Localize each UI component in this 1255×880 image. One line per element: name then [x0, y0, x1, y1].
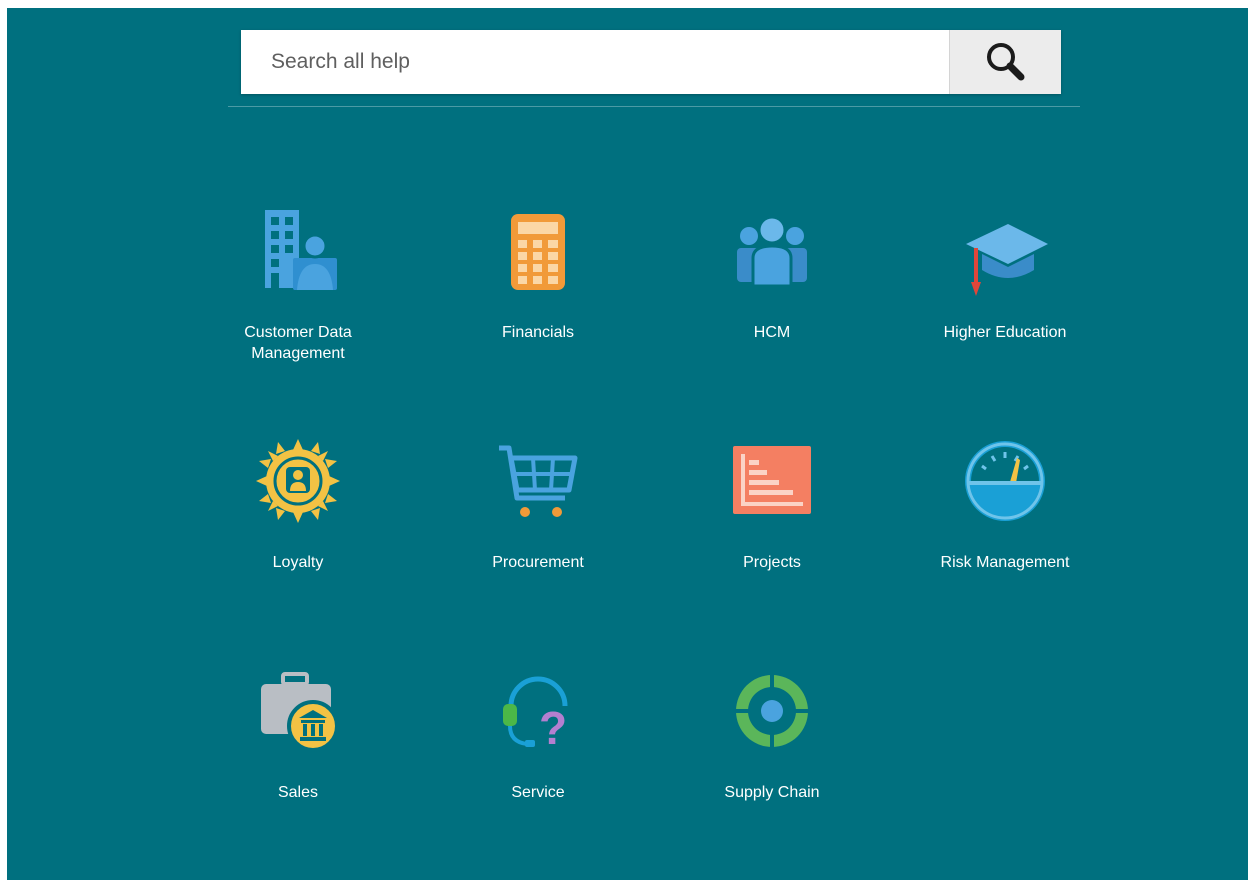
- tile-sales[interactable]: Sales: [193, 666, 403, 803]
- search-input[interactable]: [241, 30, 949, 94]
- tile-label: Financials: [501, 324, 575, 341]
- tile-label: Service: [511, 784, 565, 801]
- gauge-icon: [965, 441, 1045, 521]
- tile-supply-chain[interactable]: Supply Chain: [667, 666, 877, 803]
- shopping-cart-icon: [499, 445, 578, 517]
- cycle-arrows-icon: [733, 672, 811, 750]
- tile-label: Procurement: [492, 554, 584, 571]
- search-divider: [228, 106, 1080, 107]
- people-group-icon: [737, 215, 807, 288]
- tile-financials[interactable]: Financials: [433, 206, 643, 343]
- graduation-cap-icon: [966, 224, 1048, 296]
- calculator-icon: [511, 214, 565, 290]
- badge-person-icon: [256, 439, 340, 523]
- tile-label: Supply Chain: [724, 784, 820, 801]
- svg-text:?: ?: [539, 702, 567, 754]
- tile-label: Sales: [277, 784, 319, 801]
- tile-label: Higher Education: [943, 324, 1067, 341]
- tile-service[interactable]: ? Service: [433, 666, 643, 803]
- tile-risk-management[interactable]: Risk Management: [900, 436, 1110, 573]
- tile-projects[interactable]: Projects: [667, 436, 877, 573]
- gantt-chart-icon: [733, 446, 811, 514]
- help-center-panel: Customer Data Management Financials HCM: [7, 8, 1248, 880]
- tile-label: HCM: [753, 324, 791, 341]
- tile-label: Projects: [743, 554, 801, 571]
- search-bar: [241, 30, 1061, 94]
- building-person-icon: [265, 210, 337, 290]
- search-icon: [986, 43, 1024, 81]
- tile-customer-data-management[interactable]: Customer Data Management: [193, 206, 403, 364]
- headset-question-icon: ?: [503, 676, 568, 754]
- tile-label: Customer Data Management: [244, 324, 352, 362]
- briefcase-bank-icon: [261, 672, 339, 752]
- tile-procurement[interactable]: Procurement: [433, 436, 643, 573]
- tile-label: Risk Management: [940, 554, 1070, 571]
- search-button[interactable]: [949, 30, 1061, 94]
- tile-higher-education[interactable]: Higher Education: [900, 206, 1110, 343]
- tile-loyalty[interactable]: Loyalty: [193, 436, 403, 573]
- tile-hcm[interactable]: HCM: [667, 206, 877, 343]
- tile-label: Loyalty: [272, 554, 324, 571]
